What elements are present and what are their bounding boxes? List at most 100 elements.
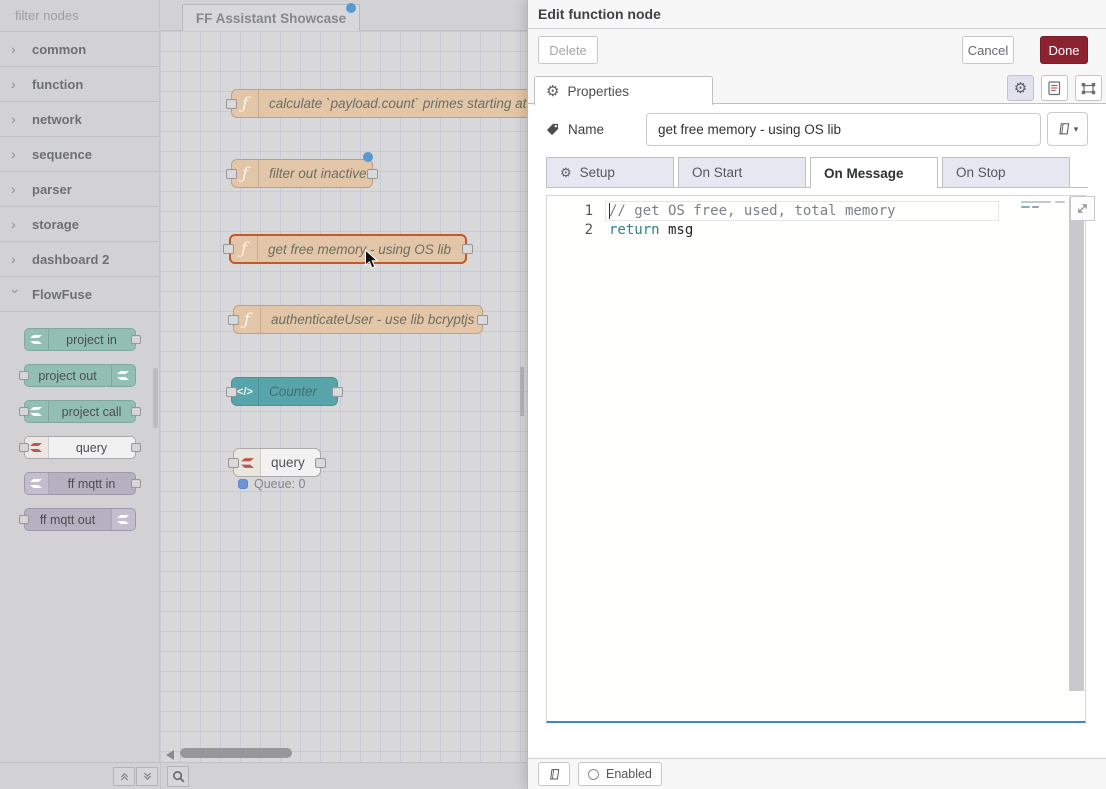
palette-category-sequence[interactable]: ›sequence xyxy=(0,137,159,172)
node-appearance-button[interactable] xyxy=(1075,75,1102,101)
node-input-port[interactable] xyxy=(228,315,239,325)
palette-node-ff-mqtt-out[interactable]: ff mqtt out xyxy=(24,508,136,531)
workspace-grid[interactable]: ƒ calculate `payload.count` primes start… xyxy=(160,31,527,762)
palette-scrollbar[interactable] xyxy=(153,368,158,428)
palette-node-ff-mqtt-in[interactable]: ff mqtt in xyxy=(24,472,136,495)
mouse-cursor-icon xyxy=(364,249,379,270)
palette-category-common[interactable]: ›common xyxy=(0,32,159,67)
library-button[interactable] xyxy=(538,762,570,786)
category-label: FlowFuse xyxy=(32,287,92,302)
enabled-toggle-button[interactable]: Enabled xyxy=(578,762,662,786)
editor-scrollbar[interactable] xyxy=(1069,197,1084,691)
tab-on-stop[interactable]: On Stop xyxy=(942,157,1070,187)
document-icon xyxy=(1048,81,1061,96)
output-port[interactable] xyxy=(131,479,141,488)
caret-down-icon: ▾ xyxy=(1074,124,1079,135)
flowfuse-icon xyxy=(111,509,135,530)
output-port[interactable] xyxy=(131,335,141,344)
tray-footer: Enabled xyxy=(528,758,1106,789)
editor-expand-button[interactable] xyxy=(1070,196,1095,221)
palette-node-project-out[interactable]: project out xyxy=(24,364,136,387)
tab-on-start[interactable]: On Start xyxy=(678,157,806,187)
palette-node-label: project in xyxy=(49,329,135,350)
flow-node-query[interactable]: query xyxy=(233,448,321,477)
palette-collapse-all-button[interactable] xyxy=(113,767,135,786)
palette-node-query[interactable]: query xyxy=(24,436,136,459)
magnifier-icon xyxy=(172,770,185,783)
node-status: Queue: 0 xyxy=(238,477,305,491)
workspace-tab-bar: FF Assistant Showcase xyxy=(160,0,527,31)
node-output-port[interactable] xyxy=(462,244,473,254)
node-output-port[interactable] xyxy=(477,315,488,325)
book-icon xyxy=(1057,122,1070,136)
library-dropdown-button[interactable]: ▾ xyxy=(1047,112,1088,146)
node-label: authenticateUser - use lib bcryptjs xyxy=(261,306,482,333)
input-port[interactable] xyxy=(19,407,29,416)
code-editor[interactable]: 1 // get OS free, used, total memory 2 r… xyxy=(546,195,1086,723)
flow-node-counter[interactable]: </> Counter xyxy=(231,377,338,406)
node-input-port[interactable] xyxy=(226,99,237,109)
flow-node-calculate-primes[interactable]: ƒ calculate `payload.count` primes start… xyxy=(231,89,527,118)
book-icon xyxy=(548,768,560,781)
input-port[interactable] xyxy=(19,443,29,452)
footer-divider xyxy=(160,763,161,789)
tab-label: On Start xyxy=(692,165,742,180)
enabled-label: Enabled xyxy=(606,767,652,781)
chevron-right-icon: › xyxy=(11,216,21,232)
palette-flowfuse-nodes: project in project out project call quer… xyxy=(0,312,159,531)
chevron-right-icon: › xyxy=(11,111,21,127)
node-input-port[interactable] xyxy=(226,387,237,397)
function-icon: ƒ xyxy=(231,236,258,262)
flow-node-get-free-memory[interactable]: ƒ get free memory - using OS lib xyxy=(229,234,467,264)
palette-category-flowfuse[interactable]: › FlowFuse xyxy=(0,277,159,312)
node-output-port[interactable] xyxy=(367,169,378,179)
vertical-scrollbar[interactable] xyxy=(520,367,524,416)
tab-label: Setup xyxy=(580,165,615,180)
chevron-down-icon: › xyxy=(8,289,24,299)
name-label: Name xyxy=(546,122,646,137)
node-modified-dot-icon xyxy=(363,152,373,162)
gear-icon: ⚙ xyxy=(1014,81,1027,96)
palette-node-project-call[interactable]: project call xyxy=(24,400,136,423)
horizontal-scrollbar[interactable] xyxy=(180,748,292,758)
tab-setup[interactable]: ⚙ Setup xyxy=(546,157,674,187)
palette-category-parser[interactable]: ›parser xyxy=(0,172,159,207)
code-line: 1 // get OS free, used, total memory xyxy=(547,202,1085,221)
tab-on-message[interactable]: On Message xyxy=(810,157,938,188)
flow-node-filter-out-inactive[interactable]: ƒ filter out inactive xyxy=(231,159,373,188)
palette-node-label: ff mqtt in xyxy=(49,473,135,494)
palette-category-dashboard2[interactable]: ›dashboard 2 xyxy=(0,242,159,277)
search-flows-button[interactable] xyxy=(167,766,189,787)
node-input-port[interactable] xyxy=(228,458,239,468)
done-button[interactable]: Done xyxy=(1040,36,1088,64)
node-properties-button[interactable]: ⚙ xyxy=(1007,75,1034,101)
flow-tab[interactable]: FF Assistant Showcase xyxy=(182,4,360,32)
node-output-port[interactable] xyxy=(332,387,343,397)
name-input[interactable] xyxy=(646,113,1041,146)
delete-button[interactable]: Delete xyxy=(538,36,598,64)
input-port[interactable] xyxy=(19,515,29,524)
line-number: 2 xyxy=(547,221,593,240)
flow-node-authenticate-user[interactable]: ƒ authenticateUser - use lib bcryptjs xyxy=(233,305,483,334)
output-port[interactable] xyxy=(131,407,141,416)
palette-category-function[interactable]: ›function xyxy=(0,67,159,102)
node-input-port[interactable] xyxy=(223,244,234,254)
node-label: get free memory - using OS lib xyxy=(258,236,465,262)
cancel-button[interactable]: Cancel xyxy=(962,36,1014,64)
tray-body: Name ▾ ⚙ Setup On Start On Message xyxy=(528,104,1106,758)
node-description-button[interactable] xyxy=(1041,75,1068,101)
chevron-right-icon: › xyxy=(11,146,21,162)
node-label: filter out inactive xyxy=(259,160,372,187)
output-port[interactable] xyxy=(131,443,141,452)
node-output-port[interactable] xyxy=(315,458,326,468)
palette-category-storage[interactable]: ›storage xyxy=(0,207,159,242)
tab-properties[interactable]: ⚙ Properties xyxy=(534,76,713,105)
hscroll-left-arrow[interactable] xyxy=(166,750,174,760)
palette-node-project-in[interactable]: project in xyxy=(24,328,136,351)
palette-expand-all-button[interactable] xyxy=(136,767,158,786)
appearance-icon xyxy=(1081,82,1096,95)
chevron-right-icon: › xyxy=(11,41,21,57)
palette-category-network[interactable]: ›network xyxy=(0,102,159,137)
node-input-port[interactable] xyxy=(226,169,237,179)
input-port[interactable] xyxy=(19,371,29,380)
